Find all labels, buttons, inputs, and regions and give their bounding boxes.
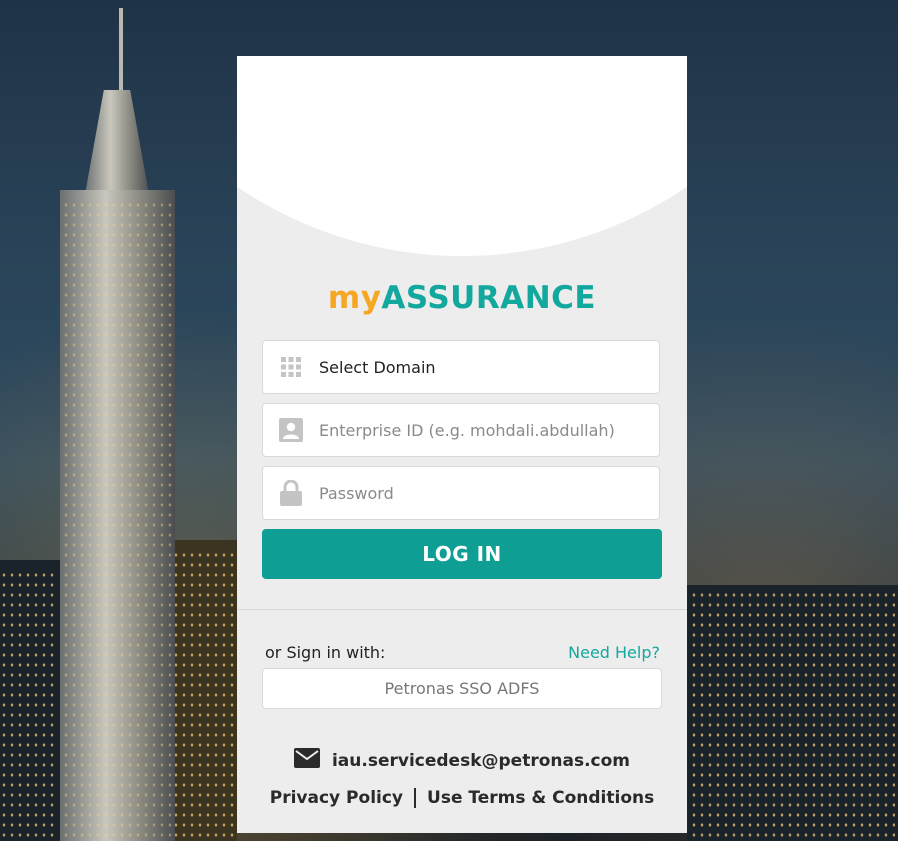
background-lights [690, 590, 895, 840]
tower-top [84, 90, 150, 200]
support-email: iau.servicedesk@petronas.com [237, 748, 687, 773]
tower-lights [62, 200, 172, 840]
divider [237, 609, 687, 610]
need-help-link[interactable]: Need Help? [568, 643, 660, 662]
tower-spire [119, 8, 123, 98]
grid-icon [263, 356, 319, 378]
logo-prefix: my [327, 280, 382, 316]
header-arc [237, 56, 687, 256]
background-lights [0, 570, 55, 840]
alt-signin-label: or Sign in with: [265, 643, 386, 662]
lock-icon [263, 480, 319, 506]
password-placeholder: Password [319, 483, 394, 503]
login-button[interactable]: LOG IN [262, 529, 662, 579]
link-separator [414, 788, 417, 808]
enterprise-id-field[interactable]: Enterprise ID (e.g. mohdali.abdullah) [262, 403, 660, 457]
privacy-policy-link[interactable]: Privacy Policy [270, 788, 403, 808]
domain-select-value: Select Domain [319, 357, 436, 377]
mail-icon [293, 748, 320, 773]
footer-links: Privacy Policy Use Terms & Conditions [237, 788, 687, 808]
domain-select[interactable]: Select Domain [262, 340, 660, 394]
terms-link[interactable]: Use Terms & Conditions [427, 788, 654, 808]
user-id-icon [263, 418, 319, 442]
app-logo: myASSURANCE [237, 280, 687, 316]
logo-name: ASSURANCE [381, 280, 597, 316]
login-panel: myASSURANCE Select Domain Enterprise ID … [237, 56, 687, 833]
enterprise-id-placeholder: Enterprise ID (e.g. mohdali.abdullah) [319, 420, 615, 440]
password-field[interactable]: Password [262, 466, 660, 520]
support-email-link[interactable]: iau.servicedesk@petronas.com [332, 751, 630, 771]
background-lights [172, 550, 234, 840]
sso-button[interactable]: Petronas SSO ADFS [262, 668, 662, 709]
